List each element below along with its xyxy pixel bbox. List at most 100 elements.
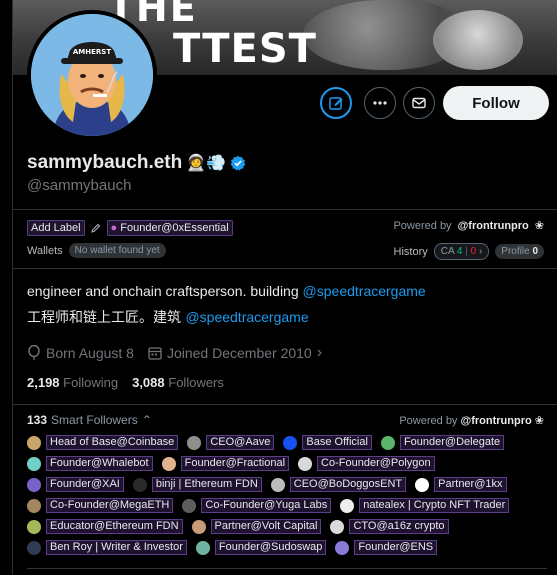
wallets-label: Wallets bbox=[27, 244, 63, 257]
smart-follower-tag[interactable]: Founder@Sudoswap bbox=[214, 540, 327, 555]
ellipsis-icon bbox=[373, 101, 387, 105]
followers-label: Followers bbox=[168, 375, 224, 390]
smart-follower-tag[interactable]: Founder@Whalebot bbox=[46, 456, 153, 471]
history-row: History CA 4 | 0 › Profile 0 bbox=[394, 243, 544, 260]
ca-history-pill[interactable]: CA 4 | 0 › bbox=[433, 243, 490, 260]
smart-follower-avatar[interactable] bbox=[27, 519, 41, 534]
smart-follower-tag[interactable]: Founder@ENS bbox=[354, 540, 438, 555]
smart-follower-tag[interactable]: Head of Base@Coinbase bbox=[46, 435, 179, 450]
smart-follower-tag[interactable]: Partner@Volt Capital bbox=[210, 519, 322, 534]
following-link[interactable]: 2,198 Following bbox=[27, 375, 118, 390]
smart-follower-tag[interactable]: natealex | Crypto NFT Trader bbox=[359, 498, 510, 513]
add-label-button[interactable]: Add Label bbox=[27, 220, 85, 236]
chevron-right-icon: › bbox=[316, 344, 323, 361]
avatar-cap-text: AMHERST bbox=[73, 48, 111, 56]
smart-follower-tag[interactable]: binji | Ethereum FDN bbox=[151, 477, 262, 492]
followers-link[interactable]: 3,088 Followers bbox=[132, 375, 224, 390]
smart-follower-avatar[interactable] bbox=[27, 540, 41, 555]
follow-stats: 2,198 Following 3,088 Followers bbox=[27, 375, 224, 390]
smart-follower-tag[interactable]: Partner@1kx bbox=[434, 477, 507, 492]
smart-follower-avatar[interactable] bbox=[27, 435, 41, 450]
smart-follower-tag[interactable]: CEO@BoDoggosENT bbox=[289, 477, 407, 492]
profile-meta: Born August 8 Joined December 2010 › bbox=[27, 344, 322, 362]
smart-follower-avatar[interactable] bbox=[27, 456, 41, 471]
powered-by-prefix: Powered by bbox=[399, 415, 458, 427]
smart-follower-tag[interactable]: Educator@Ethereum FDN bbox=[46, 519, 183, 534]
smart-follower-tag[interactable]: CTO@a16z crypto bbox=[349, 519, 449, 534]
powered-by-brand[interactable]: @frontrunpro bbox=[461, 415, 532, 427]
smart-follower-avatar[interactable] bbox=[132, 477, 147, 492]
chevron-up-icon: ⌃ bbox=[141, 413, 152, 427]
smart-follower-avatar[interactable] bbox=[298, 456, 313, 471]
smart-follower-avatar[interactable] bbox=[27, 477, 41, 492]
calendar-icon bbox=[148, 347, 162, 360]
label-tag-text: Founder@0xEssential bbox=[120, 222, 229, 234]
verified-badge-icon[interactable] bbox=[230, 155, 246, 171]
bio-line-2: 工程师和链上工匠。建筑 @speedtracergame bbox=[27, 307, 309, 327]
smart-follower-tag[interactable]: CEO@Aave bbox=[206, 435, 275, 450]
smart-follower-avatar[interactable] bbox=[27, 498, 41, 513]
smart-follower-row: Founder@XAI binji | Ethereum FDN CEO@BoDog… bbox=[27, 474, 547, 495]
smart-followers-toggle[interactable]: 133 Smart Followers ⌃ bbox=[27, 413, 152, 427]
smart-follower-avatar[interactable] bbox=[380, 435, 395, 450]
envelope-icon bbox=[412, 97, 426, 109]
edit-note-button[interactable] bbox=[320, 87, 352, 119]
avatar[interactable]: AMHERST bbox=[27, 10, 157, 140]
birthday-item: Born August 8 bbox=[27, 345, 134, 361]
powered-by-prefix: Powered by bbox=[393, 219, 452, 232]
smart-follower-avatar[interactable] bbox=[191, 519, 206, 534]
smart-follower-tag[interactable]: Co-Founder@Yuga Labs bbox=[201, 498, 332, 513]
balloon-icon bbox=[28, 345, 40, 360]
divider-bottom bbox=[27, 568, 547, 569]
bio-link-2[interactable]: @speedtracergame bbox=[185, 309, 308, 325]
smart-follower-avatar[interactable] bbox=[182, 498, 197, 513]
smart-follower-tag[interactable]: Founder@Delegate bbox=[399, 435, 505, 450]
smart-follower-avatar[interactable] bbox=[161, 456, 176, 471]
smart-follower-avatar[interactable] bbox=[335, 540, 350, 555]
smart-follower-avatar[interactable] bbox=[330, 519, 345, 534]
message-button[interactable] bbox=[403, 87, 435, 119]
smart-follower-avatar[interactable] bbox=[415, 477, 430, 492]
avatar-illustration: AMHERST bbox=[31, 14, 153, 136]
wallets-status-pill: No wallet found yet bbox=[68, 243, 166, 258]
smart-follower-avatar[interactable] bbox=[340, 498, 355, 513]
joined-item[interactable]: Joined December 2010 › bbox=[148, 344, 322, 362]
smart-follower-row: Co-Founder@MegaETH Co-Founder@Yuga Labs na… bbox=[27, 495, 547, 516]
bio-line-1: engineer and onchain craftsperson. build… bbox=[27, 283, 426, 299]
flame-icon: ● bbox=[110, 222, 118, 234]
display-name: sammybauch.eth 🧑‍🚀💨 bbox=[27, 152, 246, 174]
smart-follower-row: Head of Base@Coinbase CEO@Aave Base Offici… bbox=[27, 432, 547, 453]
smart-follower-tag[interactable]: Ben Roy | Writer & Investor bbox=[46, 540, 187, 555]
display-name-text: sammybauch.eth bbox=[27, 152, 183, 173]
smart-follower-avatar[interactable] bbox=[270, 477, 285, 492]
ca-label: CA bbox=[440, 246, 455, 257]
smart-follower-tag[interactable]: Base Official bbox=[302, 435, 372, 450]
smart-follower-tag[interactable]: Founder@XAI bbox=[46, 477, 124, 492]
powered-by-brand[interactable]: @frontrunpro bbox=[458, 220, 529, 232]
name-emojis: 🧑‍🚀💨 bbox=[186, 155, 227, 172]
smart-follower-tag[interactable]: Co-Founder@MegaETH bbox=[46, 498, 174, 513]
label-row: Add Label ● Founder@0xEssential bbox=[27, 220, 233, 236]
more-button[interactable] bbox=[364, 87, 396, 119]
smart-followers-list: Head of Base@Coinbase CEO@Aave Base Offici… bbox=[27, 432, 547, 558]
birthday-text: Born August 8 bbox=[46, 345, 134, 361]
banner-text-main: TTEST bbox=[173, 26, 317, 72]
smart-follower-tag[interactable]: Founder@Fractional bbox=[180, 456, 290, 471]
smart-follower-avatar[interactable] bbox=[195, 540, 210, 555]
follow-button[interactable]: Follow bbox=[443, 86, 549, 120]
label-tag-founder[interactable]: ● Founder@0xEssential bbox=[106, 220, 233, 236]
bio-link-1[interactable]: @speedtracergame bbox=[303, 283, 426, 299]
smart-followers-label: Smart Followers bbox=[51, 413, 138, 427]
joined-text: Joined December 2010 bbox=[166, 345, 312, 361]
profile-history-pill[interactable]: Profile 0 bbox=[495, 244, 544, 259]
powered-by-top: Powered by @frontrunpro ❀ bbox=[393, 219, 544, 233]
history-label: History bbox=[393, 245, 428, 258]
smart-follower-row: Educator@Ethereum FDN Partner@Volt Capita… bbox=[27, 516, 547, 537]
smart-follower-avatar[interactable] bbox=[283, 435, 298, 450]
wallets-row: Wallets No wallet found yet bbox=[27, 243, 166, 258]
smart-follower-tag[interactable]: Co-Founder@Polygon bbox=[317, 456, 435, 471]
followers-count: 3,088 bbox=[132, 375, 165, 390]
smart-follower-avatar[interactable] bbox=[187, 435, 202, 450]
pencil-icon[interactable] bbox=[90, 223, 101, 233]
divider-top bbox=[13, 209, 557, 210]
